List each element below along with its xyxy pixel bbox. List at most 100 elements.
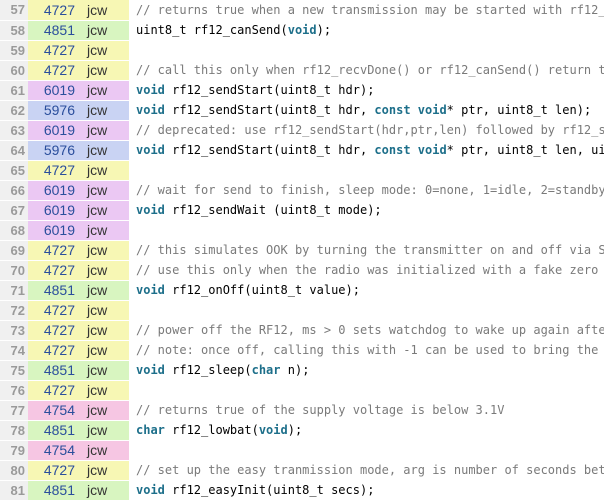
revision-link[interactable]: 6019 (28, 80, 79, 101)
line-number: 75 (0, 360, 28, 381)
blame-row: 66 6019 jcw // wait for send to finish, sle… (0, 180, 604, 201)
blame-row: 77 4754 jcw // returns true of the supply v… (0, 400, 604, 421)
keyword-token: char (136, 423, 165, 437)
blame-row: 80 4727 jcw // set up the easy tranmission … (0, 460, 604, 481)
revision-link[interactable]: 4851 (28, 480, 79, 501)
revision-link[interactable]: 6019 (28, 180, 79, 201)
blame-row: 70 4727 jcw // use this only when the radio… (0, 260, 604, 281)
line-number: 66 (0, 180, 28, 201)
revision-link[interactable]: 6019 (28, 200, 79, 221)
revision-link[interactable]: 4727 (28, 160, 79, 181)
author: jcw (79, 200, 129, 221)
code-token: * ptr, uint8_t len); (446, 103, 592, 117)
revision-link[interactable]: 4851 (28, 420, 79, 441)
code-token: ); (287, 423, 303, 437)
author: jcw (79, 320, 129, 341)
author: jcw (79, 120, 129, 141)
revision-link[interactable]: 6019 (28, 220, 79, 241)
revision-link[interactable]: 4727 (28, 0, 79, 21)
blame-row: 67 6019 jcw void rf12_sendWait (uint8_t mod… (0, 200, 604, 221)
author: jcw (79, 300, 129, 321)
code-line: // use this only when the radio was init… (129, 260, 604, 281)
blame-table: 57 4727 jcw// returns true when a new tran… (0, 0, 604, 501)
keyword-token: void (136, 83, 165, 97)
blame-row: 71 4851 jcw void rf12_onOff(uint8_t value); (0, 280, 604, 301)
blame-row: 60 4727 jcw // call this only when rf12_rec… (0, 60, 604, 81)
revision-link[interactable]: 4727 (28, 300, 79, 321)
line-number: 72 (0, 300, 28, 321)
keyword-token: const void (374, 103, 447, 117)
code-line: void rf12_easyInit(uint8_t secs); (129, 480, 604, 501)
code-line (129, 380, 604, 401)
keyword-token: void (136, 103, 165, 117)
author: jcw (79, 220, 129, 241)
code-token: rf12_lowbat( (164, 423, 259, 437)
revision-link[interactable]: 4727 (28, 240, 79, 261)
author: jcw (79, 20, 129, 41)
code-line: // returns true of the supply voltage is… (129, 400, 604, 421)
code-token: rf12_sendWait (uint8_t mode); (164, 203, 382, 217)
author: jcw (79, 0, 129, 21)
author: jcw (79, 60, 129, 81)
revision-link[interactable]: 4851 (28, 360, 79, 381)
line-number: 77 (0, 400, 28, 421)
keyword-token: void (136, 363, 165, 377)
comment-text: // call this only when rf12_recvDone() o… (136, 63, 604, 77)
revision-link[interactable]: 4727 (28, 380, 79, 401)
code-line: // set up the easy tranmission mode, arg… (129, 460, 604, 481)
code-line: void rf12_sleep(char n); (129, 360, 604, 381)
code-line (129, 440, 604, 461)
line-number: 71 (0, 280, 28, 301)
revision-link[interactable]: 4727 (28, 460, 79, 481)
comment-text: // returns true when a new transmission … (136, 2, 604, 17)
blame-row: 75 4851 jcw void rf12_sleep(char n); (0, 360, 604, 381)
author: jcw (79, 440, 129, 461)
keyword-token: void (136, 203, 165, 217)
blame-row: 59 4727 jcw (0, 40, 604, 61)
code-line: void rf12_sendWait (uint8_t mode); (129, 200, 604, 221)
revision-link[interactable]: 4727 (28, 260, 79, 281)
keyword-token: void (258, 423, 288, 437)
line-number: 70 (0, 260, 28, 281)
code-line: // this simulates OOK by turning the tra… (129, 240, 604, 261)
revision-link[interactable]: 4754 (28, 440, 79, 461)
code-line: // returns true when a new transmission … (129, 0, 604, 21)
code-line: // deprecated: use rf12_sendStart(hdr,pt… (129, 120, 604, 141)
blame-row: 76 4727 jcw (0, 380, 604, 401)
code-token: rf12_easyInit(uint8_t secs); (164, 483, 375, 497)
author: jcw (79, 100, 129, 121)
revision-link[interactable]: 4727 (28, 340, 79, 361)
revision-link[interactable]: 4727 (28, 60, 79, 81)
revision-link[interactable]: 4851 (28, 280, 79, 301)
comment-text: // power off the RF12, ms > 0 sets watch… (136, 323, 604, 337)
keyword-token: char (251, 363, 281, 377)
author: jcw (79, 280, 129, 301)
revision-link[interactable]: 4727 (28, 40, 79, 61)
line-number: 63 (0, 120, 28, 141)
line-number: 69 (0, 240, 28, 261)
author: jcw (79, 80, 129, 101)
blame-row: 73 4727 jcw // power off the RF12, ms > 0 s… (0, 320, 604, 341)
revision-link[interactable]: 6019 (28, 120, 79, 141)
code-line: void rf12_sendStart(uint8_t hdr, const v… (129, 100, 604, 121)
revision-link[interactable]: 4851 (28, 20, 79, 41)
line-number: 61 (0, 80, 28, 101)
comment-text: // note: once off, calling this with -1 … (136, 343, 604, 357)
keyword-token: void (287, 23, 317, 37)
code-line: // note: once off, calling this with -1 … (129, 340, 604, 361)
comment-text: // use this only when the radio was init… (136, 263, 604, 277)
blame-row: 65 4727 jcw (0, 160, 604, 181)
code-token: * ptr, uint8_t len, uint8_t s (446, 143, 604, 157)
revision-link[interactable]: 5976 (28, 100, 79, 121)
revision-link[interactable]: 5976 (28, 140, 79, 161)
code-line: uint8_t rf12_canSend(void); (129, 20, 604, 41)
code-token: rf12_sendStart(uint8_t hdr); (164, 83, 375, 97)
author: jcw (79, 420, 129, 441)
line-number: 68 (0, 220, 28, 241)
blame-row: 68 6019 jcw (0, 220, 604, 241)
author: jcw (79, 160, 129, 181)
code-line: // power off the RF12, ms > 0 sets watch… (129, 320, 604, 341)
revision-link[interactable]: 4727 (28, 320, 79, 341)
revision-link[interactable]: 4754 (28, 400, 79, 421)
line-number: 81 (0, 480, 28, 501)
